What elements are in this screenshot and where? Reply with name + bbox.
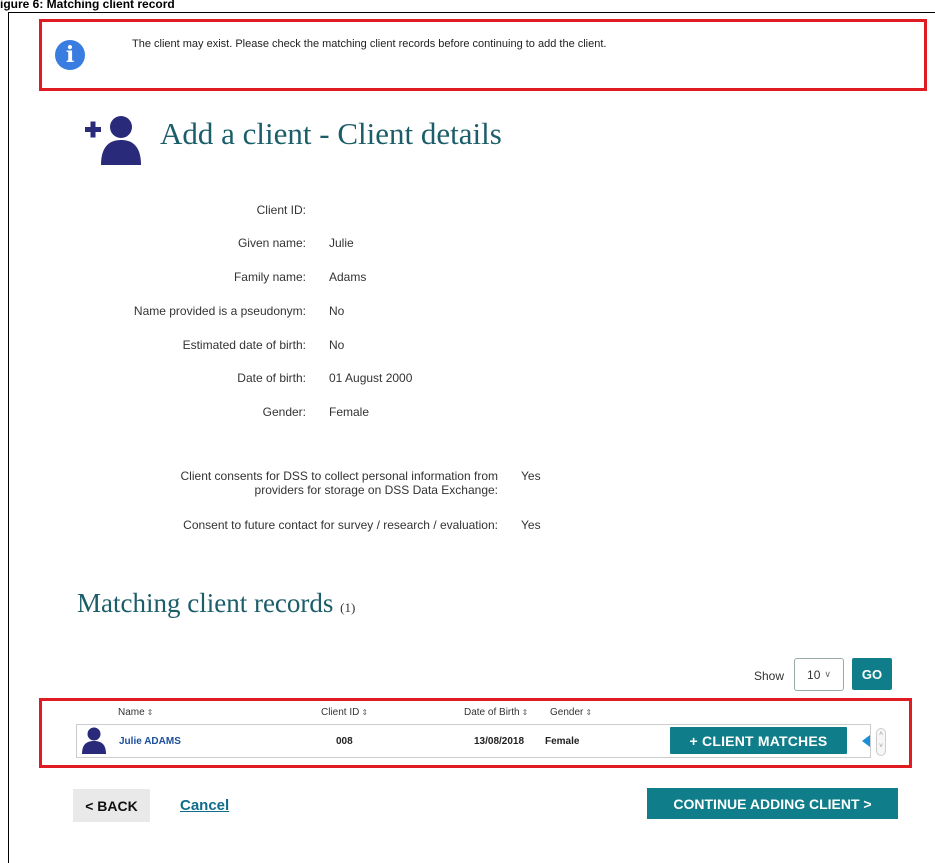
chevron-down-icon: ∨	[824, 669, 831, 679]
family-name-label: Family name:	[233, 270, 306, 284]
dss-consent-label: Client consents for DSS to collect perso…	[181, 469, 498, 497]
column-header-name-text: Name	[118, 707, 145, 718]
page-size-value: 10	[807, 667, 821, 682]
column-header-gender-text: Gender	[550, 707, 584, 718]
contact-consent-value: Yes	[521, 518, 541, 532]
estimated-dob-value: No	[329, 338, 345, 352]
sort-icon: ⇕	[585, 708, 593, 717]
given-name-value: Julie	[329, 236, 354, 250]
dob-label: Date of birth:	[237, 371, 306, 385]
contact-consent-label: Consent to future contact for survey / r…	[183, 518, 498, 532]
match-name[interactable]: Julie ADAMS	[119, 736, 181, 747]
match-dob: 13/08/2018	[474, 736, 525, 747]
matching-records-count: (1)	[340, 600, 356, 615]
row-scrollbar[interactable]: ˄ ˅	[876, 728, 886, 756]
client-matches-button[interactable]: + CLIENT MATCHES	[670, 727, 847, 754]
dob-value: 01 August 2000	[329, 371, 413, 385]
back-button[interactable]: < BACK	[73, 789, 150, 822]
match-client-id: 008	[336, 736, 353, 747]
client-id-label: Client ID:	[256, 203, 306, 217]
page-size-select[interactable]: 10 ∨	[794, 658, 844, 691]
add-user-icon	[85, 116, 141, 165]
family-name-value: Adams	[329, 270, 367, 284]
column-header-client-id[interactable]: Client ID ⇕	[321, 707, 368, 718]
matching-alert: i The client may exist. Please check the…	[39, 19, 927, 91]
dss-consent-value: Yes	[521, 469, 541, 483]
show-label: Show	[754, 669, 785, 683]
sort-icon: ⇕	[146, 708, 154, 717]
sort-icon: ⇕	[361, 708, 369, 717]
match-gender: Female	[545, 736, 580, 747]
column-header-dob-text: Date of Birth	[464, 707, 520, 718]
page-title: Add a client - Client details	[160, 116, 502, 151]
column-header-name[interactable]: Name ⇕	[118, 707, 153, 718]
expand-arrow-icon[interactable]	[862, 735, 870, 747]
gender-label: Gender:	[262, 405, 306, 419]
column-header-dob[interactable]: Date of Birth ⇕	[464, 707, 528, 718]
user-icon	[82, 727, 106, 754]
alert-message: The client may exist. Please check the m…	[132, 38, 607, 50]
pseudonym-value: No	[329, 304, 345, 318]
sort-icon: ⇕	[521, 708, 529, 717]
continue-adding-client-button[interactable]: CONTINUE ADDING CLIENT >	[647, 788, 898, 819]
dss-consent-label-line2: providers for storage on DSS Data Exchan…	[254, 483, 498, 497]
info-icon: i	[55, 40, 85, 70]
estimated-dob-label: Estimated date of birth:	[182, 338, 306, 352]
matching-records-title-text: Matching client records	[77, 588, 334, 618]
dss-consent-label-line1: Client consents for DSS to collect perso…	[180, 469, 498, 483]
pseudonym-label: Name provided is a pseudonym:	[133, 304, 306, 318]
cancel-link[interactable]: Cancel	[180, 797, 229, 814]
gender-value: Female	[329, 405, 370, 419]
figure-caption: igure 6: Matching client record	[0, 0, 175, 11]
go-button[interactable]: GO	[852, 658, 892, 690]
matching-records-title: Matching client records (1)	[77, 588, 355, 619]
column-header-gender[interactable]: Gender ⇕	[550, 707, 592, 718]
given-name-label: Given name:	[237, 236, 306, 250]
column-header-client-id-text: Client ID	[321, 707, 360, 718]
